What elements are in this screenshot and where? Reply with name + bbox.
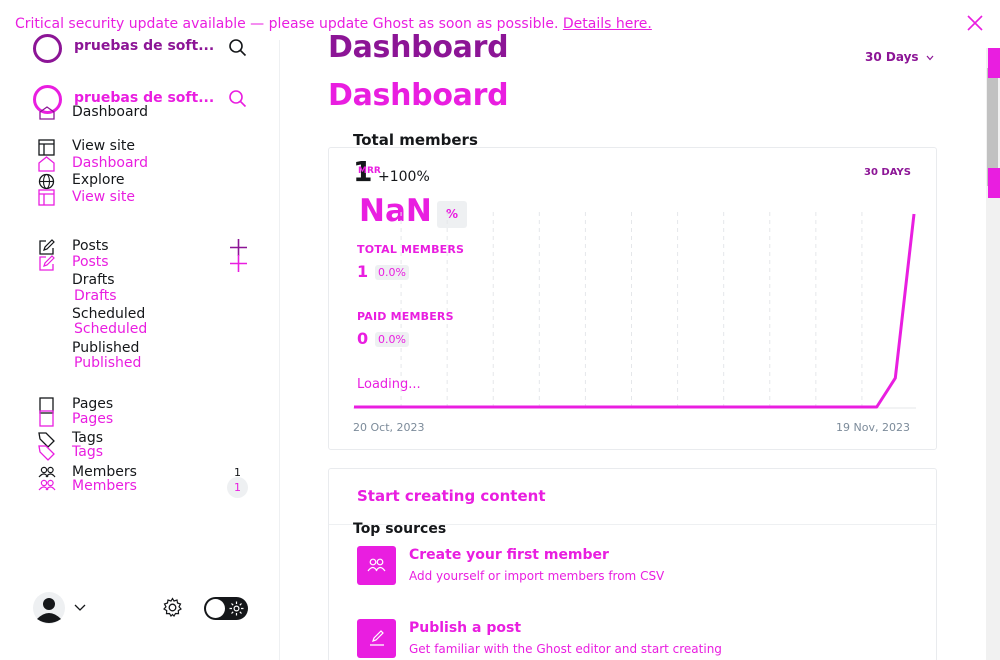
total-members-label: TOTAL MEMBERS	[357, 243, 465, 256]
plus-icon[interactable]	[229, 254, 248, 273]
start-creating-title: Start creating content	[357, 487, 546, 505]
home-icon	[38, 156, 55, 172]
close-icon[interactable]	[966, 14, 984, 32]
search-icon[interactable]	[228, 38, 247, 57]
nav-view-site[interactable]: View site	[72, 138, 135, 154]
nav-published[interactable]: Published	[72, 340, 139, 356]
loading-text: Loading...	[357, 377, 421, 392]
nav-scheduled[interactable]: Scheduled	[74, 321, 147, 337]
nav-published[interactable]: Published	[74, 355, 141, 371]
site-title[interactable]: pruebas de soft...	[74, 38, 214, 54]
pages-icon	[39, 397, 54, 427]
chart-start-date: 20 Oct, 2023	[353, 421, 425, 434]
nav-dashboard[interactable]: Dashboard	[72, 104, 148, 120]
page-title: Dashboard	[328, 78, 509, 113]
nav-posts[interactable]: Posts	[72, 238, 109, 254]
create-member-link[interactable]: Create your first member	[409, 547, 609, 563]
browser-icon	[38, 139, 55, 156]
tag-icon	[38, 432, 55, 461]
paid-members-value: 0	[357, 329, 369, 348]
scrollbar-thumb[interactable]	[988, 48, 1000, 78]
search-icon[interactable]	[228, 89, 247, 108]
avatar[interactable]	[32, 591, 66, 625]
nav-pages[interactable]: Pages	[72, 396, 113, 412]
members-count-badge: 1	[227, 477, 248, 498]
nav-drafts[interactable]: Drafts	[74, 288, 117, 304]
members-icon	[38, 466, 56, 491]
toggle-knob	[206, 599, 225, 618]
top-sources-heading: Top sources	[353, 521, 447, 537]
home-icon	[39, 106, 55, 120]
total-members-change: 0.0%	[375, 265, 409, 280]
sun-icon	[229, 601, 244, 616]
edit-icon	[39, 255, 55, 271]
globe-icon	[38, 173, 55, 190]
members-icon	[367, 558, 386, 572]
publish-post-desc: Get familiar with the Ghost editor and s…	[409, 642, 722, 656]
total-members-value: 1	[357, 262, 369, 281]
browser-icon	[38, 189, 55, 206]
total-members-heading: Total members	[353, 131, 478, 149]
chevron-down-icon[interactable]	[74, 603, 86, 612]
nav-explore[interactable]: Explore	[72, 172, 125, 188]
banner-details-link[interactable]: Details here.	[563, 16, 652, 32]
site-logo-icon[interactable]	[32, 33, 63, 64]
sidebar-divider	[279, 40, 280, 660]
date-range-select[interactable]: 30 Days	[865, 50, 934, 64]
post-tile[interactable]	[357, 619, 396, 658]
gear-icon[interactable]	[162, 597, 183, 618]
paid-members-label: PAID MEMBERS	[357, 310, 454, 323]
chevron-down-icon	[926, 55, 934, 60]
nav-drafts[interactable]: Drafts	[72, 272, 115, 288]
nav-posts[interactable]: Posts	[72, 254, 109, 270]
nav-pages[interactable]: Pages	[72, 411, 113, 427]
chart-end-date: 19 Nov, 2023	[836, 421, 910, 434]
edit-icon	[370, 630, 384, 646]
page-title: Dashboard	[328, 30, 509, 65]
edit-icon	[39, 239, 55, 255]
nav-tags[interactable]: Tags	[72, 444, 103, 460]
date-range-value: 30 Days	[865, 50, 919, 64]
nav-scheduled[interactable]: Scheduled	[72, 306, 145, 322]
scrollbar-thumb[interactable]	[988, 168, 1000, 198]
paid-members-change: 0.0%	[375, 332, 409, 347]
range-label: 30 DAYS	[864, 167, 911, 178]
members-change: +100%	[378, 169, 430, 185]
member-tile[interactable]	[357, 546, 396, 585]
theme-toggle[interactable]	[204, 597, 248, 620]
publish-post-link[interactable]: Publish a post	[409, 620, 521, 636]
nav-members[interactable]: Members	[72, 478, 137, 494]
nav-view-site[interactable]: View site	[72, 189, 135, 205]
create-member-desc: Add yourself or import members from CSV	[409, 569, 665, 583]
nav-dashboard[interactable]: Dashboard	[72, 155, 148, 171]
